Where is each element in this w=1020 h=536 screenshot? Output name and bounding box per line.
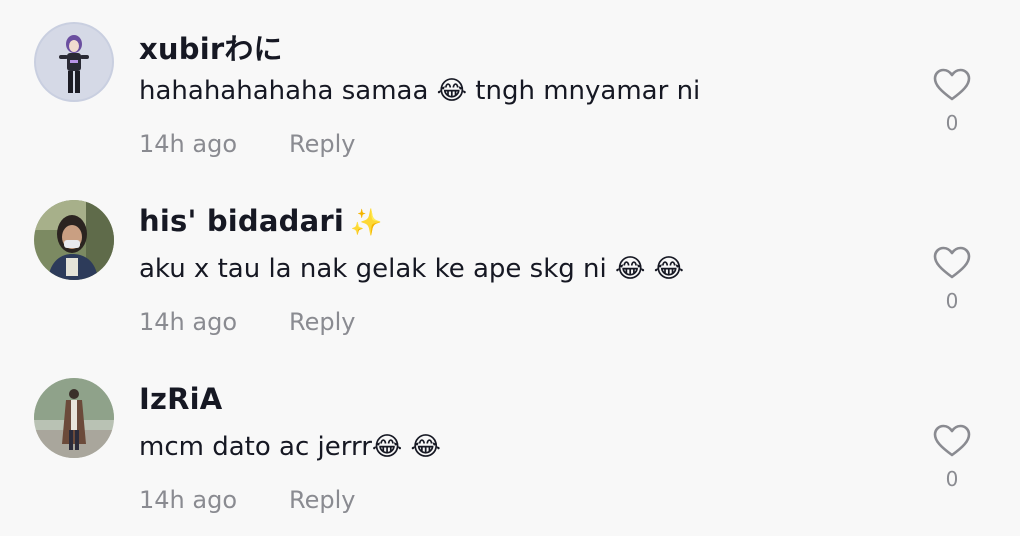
username-text: his' bidadari bbox=[139, 204, 345, 238]
avatar-anime-figure-icon bbox=[34, 22, 114, 102]
username[interactable]: xubirわに bbox=[139, 26, 283, 68]
avatar[interactable] bbox=[34, 200, 114, 280]
comment-meta: 14h ago Reply bbox=[139, 308, 355, 336]
comment-text: mcm dato ac jerrr😂 😂 bbox=[139, 432, 441, 462]
like-button[interactable]: 0 bbox=[930, 424, 974, 514]
avatar[interactable] bbox=[34, 378, 114, 458]
sparkles-icon: ✨ bbox=[350, 208, 383, 238]
timestamp: 14h ago bbox=[139, 486, 238, 514]
heart-icon bbox=[933, 68, 971, 101]
like-count: 0 bbox=[945, 289, 959, 313]
comment-meta: 14h ago Reply bbox=[139, 130, 355, 158]
like-button[interactable]: 0 bbox=[930, 68, 974, 158]
timestamp: 14h ago bbox=[139, 130, 238, 158]
reply-button[interactable]: Reply bbox=[289, 486, 355, 514]
avatar[interactable] bbox=[34, 22, 114, 102]
comment-list: xubirわに hahahahahaha samaa 😂 tngh mnyama… bbox=[0, 0, 1020, 536]
comment-text: hahahahahaha samaa 😂 tngh mnyamar ni bbox=[139, 76, 701, 106]
comment-item: IzRiA mcm dato ac jerrr😂 😂 14h ago Reply … bbox=[0, 368, 1020, 536]
avatar-person-standing-icon bbox=[34, 378, 114, 458]
username[interactable]: his' bidadari ✨ bbox=[139, 204, 383, 238]
comment-item: xubirわに hahahahahaha samaa 😂 tngh mnyama… bbox=[0, 12, 1020, 182]
reply-button[interactable]: Reply bbox=[289, 130, 355, 158]
like-button[interactable]: 0 bbox=[930, 246, 974, 336]
like-count: 0 bbox=[945, 467, 959, 491]
comment-text: aku x tau la nak gelak ke ape skg ni 😂 😂 bbox=[139, 254, 685, 284]
avatar-person-mask-icon bbox=[34, 200, 114, 280]
timestamp: 14h ago bbox=[139, 308, 238, 336]
reply-button[interactable]: Reply bbox=[289, 308, 355, 336]
comment-item: his' bidadari ✨ aku x tau la nak gelak ke… bbox=[0, 190, 1020, 360]
like-count: 0 bbox=[945, 111, 959, 135]
username[interactable]: IzRiA bbox=[139, 382, 222, 416]
comment-meta: 14h ago Reply bbox=[139, 486, 355, 514]
heart-icon bbox=[933, 424, 971, 457]
heart-icon bbox=[933, 246, 971, 279]
